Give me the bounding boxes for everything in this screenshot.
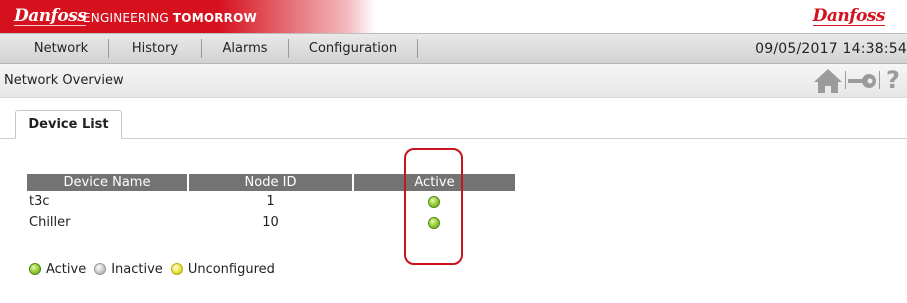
menu-history[interactable]: History [110, 34, 200, 63]
legend-item-inactive: Inactive [94, 262, 163, 277]
legend-label: Inactive [111, 261, 163, 277]
icon-divider [845, 71, 846, 89]
menu-network[interactable]: Network [15, 34, 107, 63]
brand-banner: Danfoss ENGINEERING TOMORROW [0, 0, 376, 33]
unconfigured-status-icon [170, 263, 183, 275]
menu-separator [417, 39, 418, 58]
home-icon[interactable] [813, 68, 843, 94]
legend-label: Unconfigured [187, 261, 275, 277]
node-id-cell: 10 [262, 215, 279, 230]
highlight-annotation [404, 148, 463, 265]
icon-divider [879, 71, 880, 89]
active-status-icon [29, 263, 41, 275]
menu-separator [201, 39, 202, 58]
key-icon[interactable] [847, 72, 877, 90]
legend-item-unconfigured: Unconfigured [170, 261, 275, 277]
help-icon[interactable]: ? [882, 66, 904, 94]
column-header-device-name[interactable]: Device Name [27, 174, 189, 191]
danfoss-logo-right: Danfoss [812, 6, 886, 26]
brand-bar: Danfoss ENGINEERING TOMORROW Danfoss [0, 0, 907, 33]
tagline-tomorrow: TOMORROW [172, 11, 257, 25]
device-name-cell[interactable]: Chiller [27, 212, 188, 233]
legend-item-active: Active [29, 262, 86, 277]
menu-alarms[interactable]: Alarms [203, 34, 287, 63]
page-title: Network Overview [4, 73, 124, 88]
menu-separator [108, 39, 109, 58]
tab-strip-border [0, 138, 907, 139]
legend-label: Active [46, 261, 87, 277]
device-name-cell[interactable]: t3c [27, 191, 188, 212]
menu-configuration[interactable]: Configuration [290, 34, 416, 63]
node-id-cell: 1 [266, 194, 275, 209]
danfoss-logo: Danfoss [14, 6, 87, 26]
tab-device-list[interactable]: Device List [15, 110, 122, 139]
menu-separator [288, 39, 289, 58]
current-datetime: 09/05/2017 14:38:54 [755, 41, 907, 57]
status-legend: Active Inactive Unconfigured [29, 260, 283, 278]
inactive-status-icon [94, 263, 107, 275]
tagline-engineering: ENGINEERING [83, 11, 173, 25]
brand-tagline: ENGINEERING TOMORROW [83, 11, 257, 25]
column-header-node-id[interactable]: Node ID [188, 174, 354, 191]
sub-header: Network Overview ? [0, 64, 907, 98]
main-menu-bar: Network History Alarms Configuration 09/… [0, 33, 907, 64]
